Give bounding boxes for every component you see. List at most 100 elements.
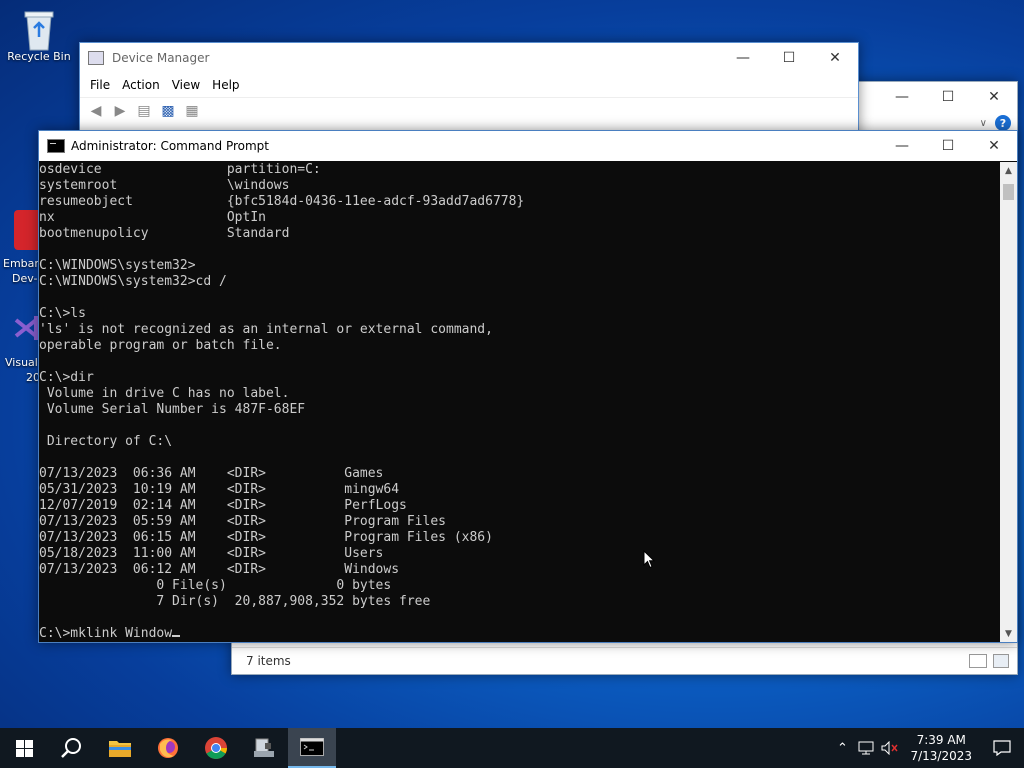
maximize-button[interactable]: ☐ — [925, 131, 971, 161]
start-button[interactable] — [0, 728, 48, 768]
chevron-down-icon[interactable]: ∨ — [980, 118, 987, 129]
console-line: 05/31/2023 10:19 AM <DIR> mingw64 — [39, 482, 400, 497]
recycle-bin-label: Recycle Bin — [7, 50, 71, 63]
device-manager-taskbar-button[interactable] — [240, 728, 288, 768]
visual-studio-icon[interactable] — [14, 310, 40, 350]
forward-arrow-icon[interactable]: ▶ — [110, 102, 130, 120]
clock[interactable]: 7:39 AM 7/13/2023 — [902, 732, 980, 764]
scroll-down-icon[interactable]: ▼ — [1000, 625, 1017, 642]
console-line: C:\>dir — [39, 370, 94, 385]
chevron-up-icon[interactable]: ⌃ — [830, 741, 854, 756]
recycle-bin-icon — [19, 8, 59, 51]
console-line: 12/07/2019 02:14 AM <DIR> PerfLogs — [39, 498, 407, 513]
window-title: Device Manager — [112, 51, 210, 65]
console-line: Volume in drive C has no label. — [39, 386, 290, 401]
close-button[interactable]: ✕ — [812, 43, 858, 73]
minimize-button[interactable]: — — [720, 43, 766, 73]
folder-icon — [109, 741, 131, 757]
cmd-icon — [300, 738, 324, 756]
details-view-icon[interactable] — [969, 654, 987, 668]
device-manager-window[interactable]: Device Manager — ☐ ✕ File Action View He… — [79, 42, 859, 144]
minimize-icon: — — [736, 50, 750, 66]
device-manager-icon — [254, 738, 274, 757]
menu-bar: File Action View Help — [80, 73, 858, 97]
console-line: 7 Dir(s) 20,887,908,352 bytes free — [39, 594, 431, 609]
console-line: operable program or batch file. — [39, 338, 282, 353]
device-manager-titlebar: Device Manager — ☐ ✕ — [80, 43, 858, 73]
menu-action[interactable]: Action — [116, 78, 166, 92]
properties-icon[interactable]: ▤ — [134, 102, 154, 120]
clock-time: 7:39 AM — [916, 733, 966, 747]
scan-hardware-icon[interactable]: ▦ — [182, 102, 202, 120]
large-icons-view-icon[interactable] — [993, 654, 1009, 668]
prompt-text: C:\>mklink Window — [39, 626, 173, 641]
back-arrow-icon[interactable]: ◀ — [86, 102, 106, 120]
console-line: nx OptIn — [39, 210, 266, 225]
search-icon — [61, 738, 81, 758]
console-line: 07/13/2023 05:59 AM <DIR> Program Files — [39, 514, 446, 529]
close-icon: ✕ — [829, 50, 841, 66]
close-button[interactable]: ✕ — [971, 82, 1017, 112]
console-line: osdevice partition=C: — [39, 162, 321, 177]
maximize-icon: ☐ — [941, 89, 955, 105]
clock-date: 7/13/2023 — [910, 749, 972, 763]
taskbar: ⌃ 7:39 AM 7/13/2023 — [0, 728, 1024, 768]
item-count: 7 items — [246, 654, 291, 668]
minimize-icon: — — [895, 89, 909, 105]
file-explorer-taskbar-button[interactable] — [96, 728, 144, 768]
menu-help[interactable]: Help — [206, 78, 245, 92]
menu-view[interactable]: View — [166, 78, 206, 92]
mouse-pointer-icon — [643, 550, 655, 569]
console-line: 'ls' is not recognized as an internal or… — [39, 322, 493, 337]
firefox-icon — [158, 738, 178, 758]
console-line: bootmenupolicy Standard — [39, 226, 290, 241]
text-cursor — [172, 635, 181, 637]
menu-file[interactable]: File — [84, 78, 116, 92]
cmd-icon — [47, 139, 65, 153]
console-line: 0 File(s) 0 bytes — [39, 578, 392, 593]
help-icon[interactable]: ? — [995, 115, 1011, 131]
windows-logo-icon — [15, 739, 33, 757]
command-prompt-taskbar-button[interactable] — [288, 728, 336, 768]
console-line: C:\WINDOWS\system32> — [39, 258, 196, 273]
help-book-icon[interactable]: ▩ — [158, 102, 178, 120]
minimize-icon: — — [895, 138, 909, 154]
maximize-button[interactable]: ☐ — [925, 82, 971, 112]
window-title: Administrator: Command Prompt — [71, 139, 269, 153]
firefox-taskbar-button[interactable] — [144, 728, 192, 768]
recycle-bin-shortcut[interactable]: Recycle Bin — [3, 8, 75, 63]
close-icon: ✕ — [988, 138, 1000, 154]
toolbar: ◀ ▶ ▤ ▩ ▦ — [80, 97, 858, 124]
notification-center-button[interactable] — [980, 740, 1024, 756]
console-line: C:\WINDOWS\system32>cd / — [39, 274, 227, 289]
console-output[interactable]: osdevice partition=C: systemroot \windows… — [39, 162, 999, 642]
minimize-button[interactable]: — — [879, 131, 925, 161]
close-icon: ✕ — [988, 89, 1000, 105]
device-manager-icon — [88, 51, 104, 65]
volume-muted-icon[interactable] — [878, 741, 902, 755]
console-line: systemroot \windows — [39, 178, 290, 193]
embarcadero-icon[interactable] — [14, 210, 40, 250]
chrome-taskbar-button[interactable] — [192, 728, 240, 768]
minimize-button[interactable]: — — [879, 82, 925, 112]
network-icon[interactable] — [854, 741, 878, 755]
search-button[interactable] — [48, 728, 96, 768]
chrome-icon — [205, 737, 227, 759]
close-button[interactable]: ✕ — [971, 131, 1017, 161]
console-line: 07/13/2023 06:12 AM <DIR> Windows — [39, 562, 400, 577]
vertical-scrollbar[interactable]: ▲ ▼ — [1000, 162, 1017, 642]
command-prompt-window[interactable]: Administrator: Command Prompt — ☐ ✕ osde… — [38, 130, 1018, 643]
console-prompt-line[interactable]: C:\>mklink Window — [39, 626, 999, 642]
cmd-titlebar: Administrator: Command Prompt — ☐ ✕ — [39, 131, 1017, 161]
scroll-thumb[interactable] — [1003, 184, 1014, 200]
maximize-button[interactable]: ☐ — [766, 43, 812, 73]
console-line: 05/18/2023 11:00 AM <DIR> Users — [39, 546, 384, 561]
console-line: Directory of C:\ — [39, 434, 173, 449]
maximize-icon: ☐ — [941, 138, 955, 154]
explorer-status-bar: 7 items — [232, 647, 1017, 674]
scroll-up-icon[interactable]: ▲ — [1000, 162, 1017, 179]
